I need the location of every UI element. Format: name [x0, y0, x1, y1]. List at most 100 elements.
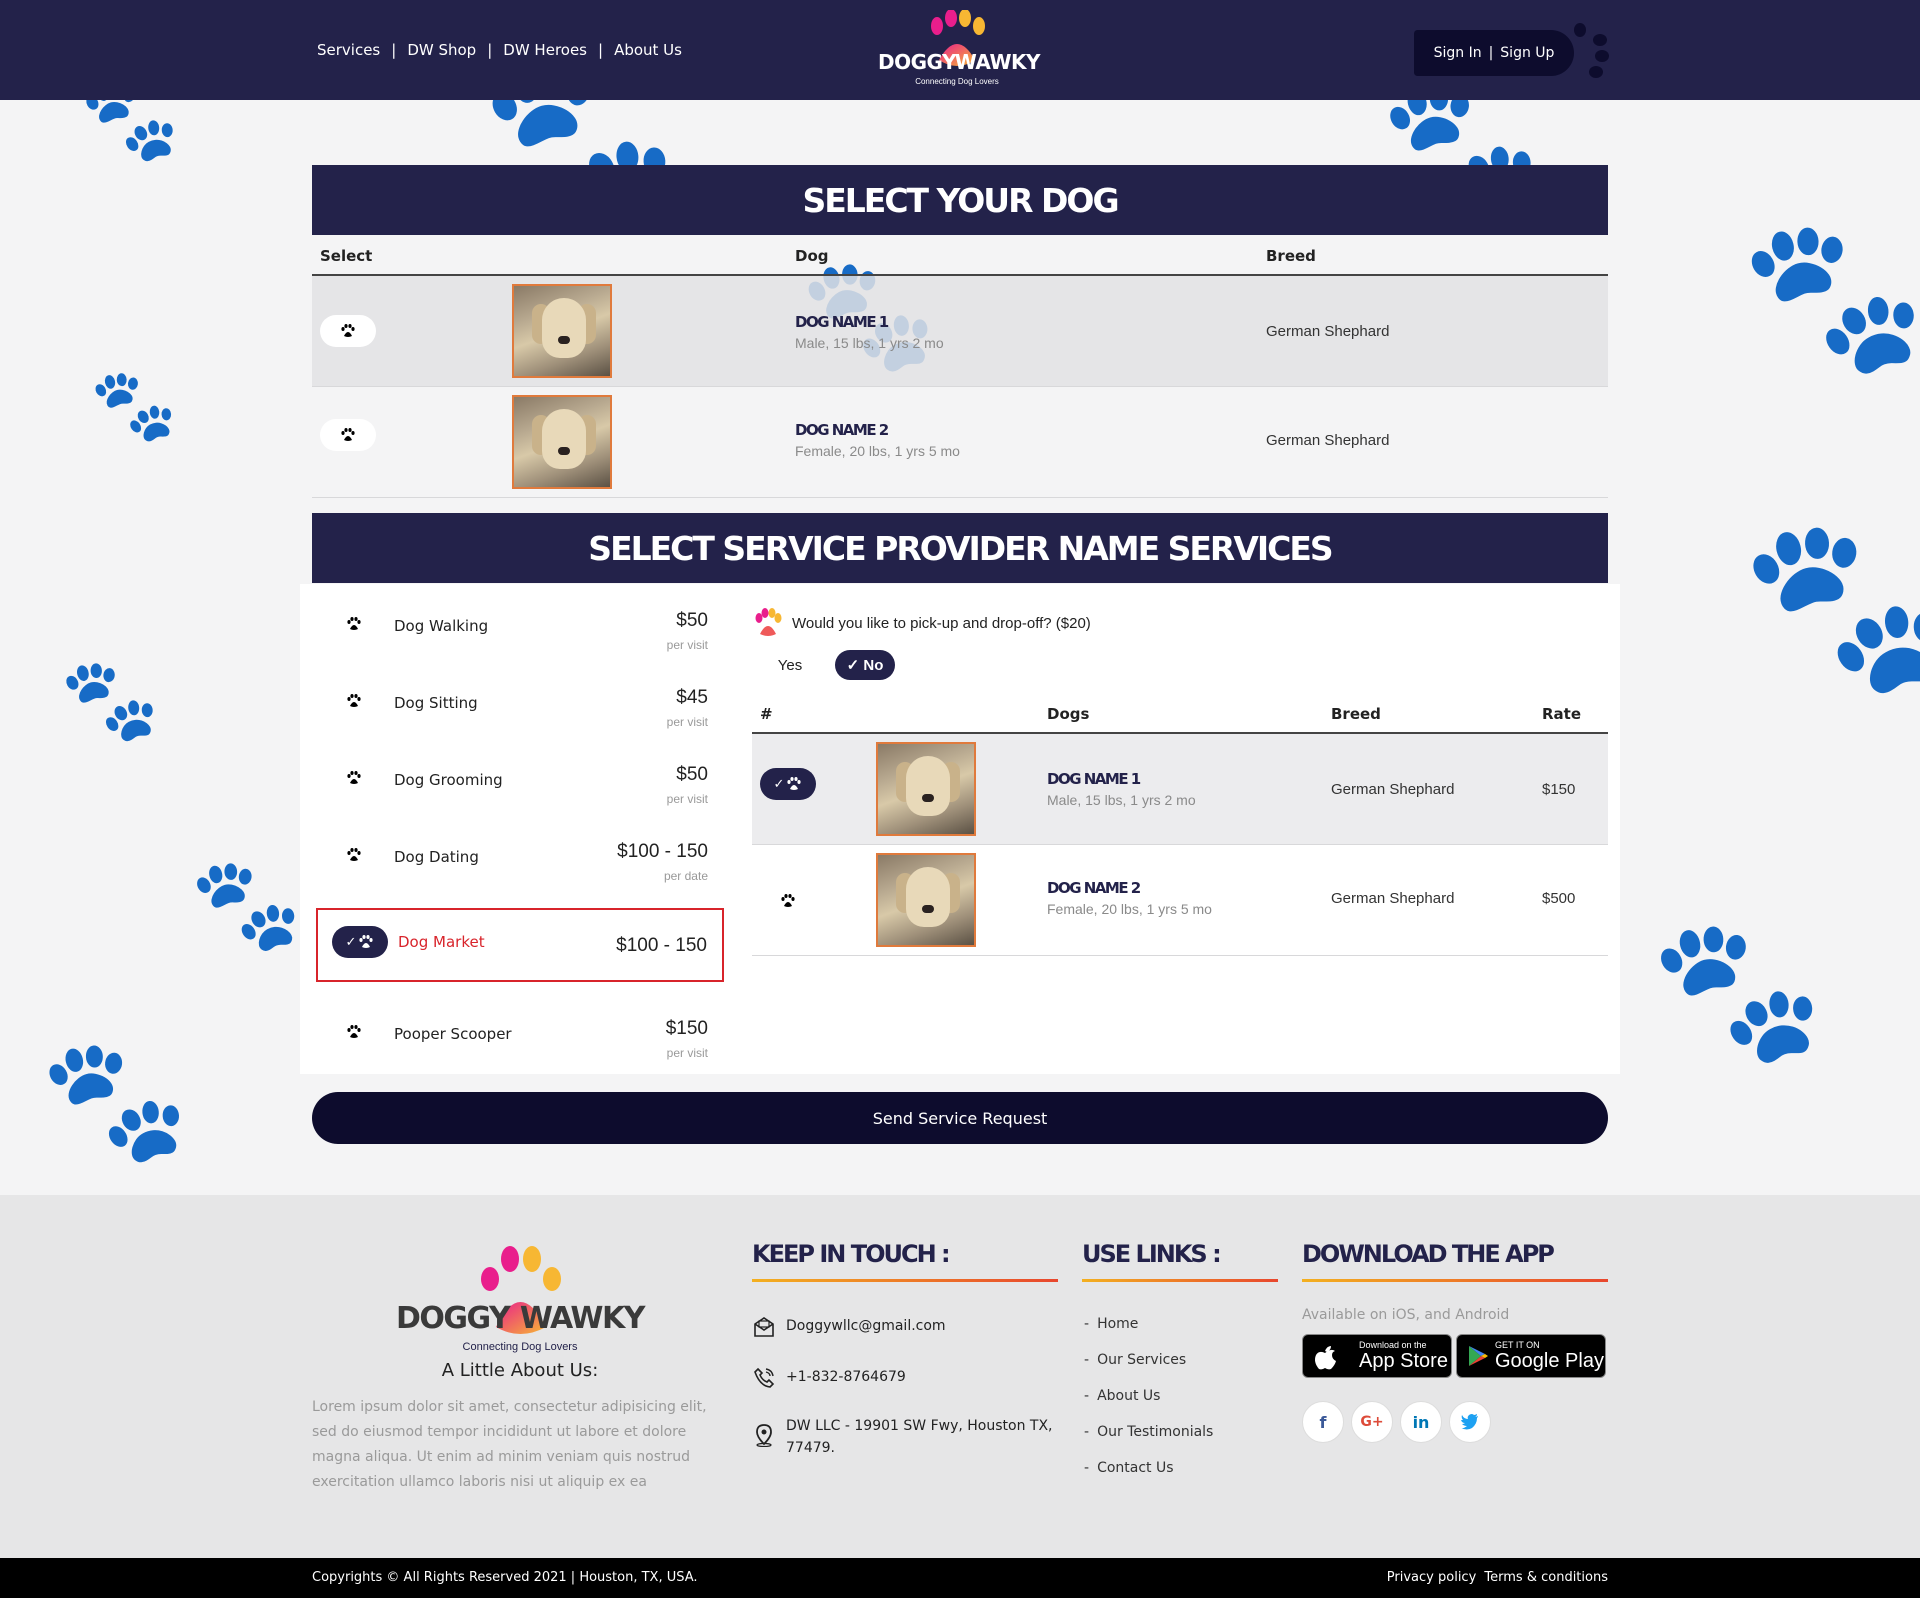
footer-logo[interactable]: DOGGY WAWKY Connecting Dog Lovers: [390, 1243, 650, 1358]
link-bullet: -: [1084, 1460, 1090, 1476]
paw-icon: [347, 617, 361, 630]
select-services-title: SELECT SERVICE PROVIDER NAME SERVICES: [588, 529, 1333, 568]
nav-dw-heroes[interactable]: DW Heroes: [503, 41, 587, 59]
facebook-icon[interactable]: f: [1302, 1401, 1344, 1443]
dog-name: DOG NAME 2: [795, 421, 889, 439]
google-play-big-text: Google Play: [1495, 1350, 1604, 1372]
paw-icon: [347, 771, 361, 784]
service-unit: per visit: [666, 792, 708, 806]
use-links-title: USE LINKS :: [1082, 1240, 1222, 1268]
logo-tagline: Connecting Dog Lovers: [915, 77, 999, 86]
pickup-question-text: Would you like to pick-up and drop-off? …: [792, 614, 1091, 632]
app-store-small-text: Download on the: [1359, 1340, 1427, 1350]
contact-email[interactable]: Doggywllc@gmail.com: [752, 1315, 1062, 1339]
footer-logo-tagline: Connecting Dog Lovers: [462, 1341, 578, 1353]
google-play-icon: [1469, 1346, 1488, 1366]
dog-photo: [512, 284, 612, 378]
twitter-icon[interactable]: [1449, 1401, 1491, 1443]
service-item-dog-dating[interactable]: Dog Dating $100 - 150 per date: [312, 815, 722, 891]
send-service-request-button[interactable]: Send Service Request: [312, 1092, 1608, 1144]
footer-link-contact-us[interactable]: - Contact Us: [1084, 1460, 1174, 1476]
paw-icon: [787, 777, 802, 790]
footer-link-home[interactable]: - Home: [1084, 1316, 1138, 1332]
google-play-badge[interactable]: GET IT ON Google Play: [1456, 1334, 1606, 1378]
select-dog-title: SELECT YOUR DOG: [802, 181, 1119, 220]
nav-services[interactable]: Services: [317, 41, 380, 59]
paw-print-icon: 🐾: [1740, 211, 1920, 379]
column-header-breed: Breed: [1331, 705, 1381, 723]
service-item-dog-walking[interactable]: Dog Walking $50 per visit: [312, 584, 722, 660]
dog-meta: Female, 20 lbs, 1 yrs 5 mo: [1047, 901, 1212, 917]
service-item-dog-grooming[interactable]: Dog Grooming $50 per visit: [312, 738, 722, 814]
nav-about-us[interactable]: About Us: [614, 41, 682, 59]
service-name: Dog Sitting: [394, 694, 478, 712]
nav-dw-shop[interactable]: DW Shop: [407, 41, 476, 59]
contact-address-text: DW LLC - 19901 SW Fwy, Houston TX, 77479…: [786, 1418, 1053, 1456]
footer-link-our-services[interactable]: - Our Services: [1084, 1352, 1186, 1368]
pickup-question: Would you like to pick-up and drop-off? …: [752, 608, 1091, 638]
footer-logo-word-right: WAWKY: [519, 1301, 646, 1336]
dog-select-toggle[interactable]: [760, 885, 816, 917]
sign-up-link[interactable]: Sign Up: [1500, 45, 1554, 61]
paw-icon: [341, 324, 355, 337]
dog-breed: German Shephard: [1266, 432, 1390, 449]
app-store-big-text: App Store: [1359, 1350, 1448, 1372]
paw-icon: [341, 428, 355, 441]
pickup-yes-option[interactable]: Yes: [760, 650, 820, 680]
paw-print-icon: 🐾: [80, 100, 180, 164]
footer-about-text: Lorem ipsum dolor sit amet, consectetur …: [312, 1399, 707, 1490]
paw-icon: [347, 848, 361, 861]
footer-link-label: Our Testimonials: [1097, 1424, 1214, 1440]
footer-about-title: A Little About Us:: [441, 1360, 599, 1381]
paw-print-icon: 🐾: [1650, 911, 1825, 1068]
select-services-banner: SELECT SERVICE PROVIDER NAME SERVICES: [312, 513, 1608, 583]
sign-in-link[interactable]: Sign In: [1434, 45, 1482, 61]
dog-photo: [876, 853, 976, 947]
linkedin-icon[interactable]: in: [1400, 1401, 1442, 1443]
dog-name: DOG NAME 2: [1047, 879, 1141, 897]
service-dogs-table: # Dogs Breed Rate ✓ DOG NAME 1 Male, 15 …: [752, 694, 1608, 956]
service-name: Dog Grooming: [394, 771, 503, 789]
keep-in-touch-underline: [752, 1279, 1058, 1282]
nav-separator: |: [487, 41, 493, 59]
footer-logo-word-left: DOGGY: [396, 1301, 511, 1336]
footer-link-label: About Us: [1097, 1388, 1161, 1404]
contact-phone[interactable]: +1-832-8764679: [752, 1366, 1062, 1390]
column-header-dogs: Dogs: [1047, 705, 1090, 723]
pickup-no-option[interactable]: ✓ No: [835, 650, 895, 680]
keep-in-touch-title: KEEP IN TOUCH :: [752, 1240, 951, 1268]
column-header-select: Select: [320, 247, 373, 265]
header-logo[interactable]: DOGGY WAWKY Connecting Dog Lovers: [872, 10, 1042, 90]
footer-link-label: Our Services: [1097, 1352, 1187, 1368]
contact-email-text: Doggywllc@gmail.com: [786, 1318, 946, 1334]
select-dog-toggle[interactable]: [320, 315, 376, 347]
paw-print-icon: 🐾: [1740, 510, 1920, 700]
contact-phone-text: +1-832-8764679: [786, 1369, 906, 1385]
footer-link-label: Contact Us: [1097, 1460, 1174, 1476]
dog-selected-toggle[interactable]: ✓: [760, 768, 816, 800]
select-dog-toggle[interactable]: [320, 419, 376, 451]
check-icon: ✓: [345, 934, 357, 949]
service-item-dog-sitting[interactable]: Dog Sitting $45 per visit: [312, 661, 722, 737]
location-pin-icon: [756, 1424, 772, 1447]
google-plus-icon[interactable]: G+: [1351, 1401, 1393, 1443]
paw-print-icon: 🐾: [40, 1033, 190, 1167]
table-row: DOG NAME 1 Male, 15 lbs, 1 yrs 2 mo Germ…: [312, 276, 1608, 387]
paw-print-icon: 🐾: [60, 655, 160, 744]
contact-address: DW LLC - 19901 SW Fwy, Houston TX, 77479…: [752, 1415, 1062, 1459]
legal-links: Privacy policy Terms & conditions: [1387, 1570, 1608, 1585]
terms-conditions-link[interactable]: Terms & conditions: [1484, 1570, 1608, 1585]
service-item-pooper-scooper[interactable]: Pooper Scooper $150 per visit: [312, 992, 722, 1068]
app-store-badge[interactable]: Download on the App Store: [1302, 1334, 1452, 1378]
privacy-policy-link[interactable]: Privacy policy: [1387, 1570, 1476, 1585]
apple-logo-icon: [1315, 1346, 1336, 1370]
dog-meta: Male, 15 lbs, 1 yrs 2 mo: [795, 335, 944, 351]
service-price: $100 - 150: [617, 841, 708, 862]
footer-link-our-testimonials[interactable]: - Our Testimonials: [1084, 1424, 1213, 1440]
link-bullet: -: [1084, 1352, 1090, 1368]
footer-link-about-us[interactable]: - About Us: [1084, 1388, 1160, 1404]
service-item-dog-market[interactable]: ✓ Dog Market $100 - 150: [316, 908, 724, 982]
table-row: DOG NAME 2 Female, 20 lbs, 1 yrs 5 mo Ge…: [312, 387, 1608, 498]
dog-photo: [876, 742, 976, 836]
use-links-underline: [1082, 1279, 1278, 1282]
